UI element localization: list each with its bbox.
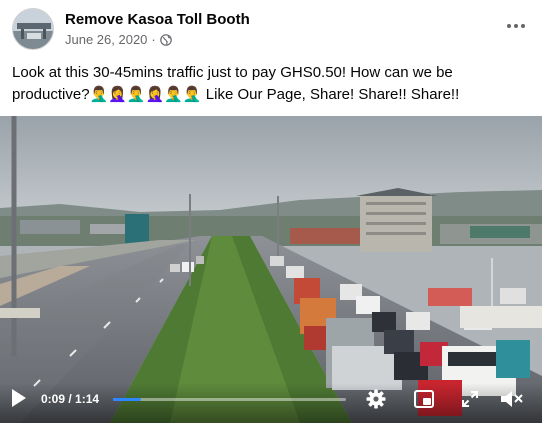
expand-icon[interactable] — [462, 391, 478, 407]
meta-separator: · — [151, 32, 156, 47]
post-message: Look at this 30-45mins traffic just to p… — [12, 64, 460, 103]
post-meta: June 26, 2020 · — [65, 32, 172, 47]
picture-in-picture-icon[interactable] — [414, 390, 434, 408]
current-time: 0:09 — [41, 392, 66, 406]
time-separator: / — [65, 392, 76, 406]
avatar-image — [13, 9, 53, 49]
more-dot — [507, 24, 511, 28]
page-name-link[interactable]: Remove Kasoa Toll Booth — [65, 11, 250, 28]
globe-icon[interactable] — [159, 33, 172, 46]
page-avatar[interactable] — [12, 8, 54, 50]
video-duration: 1:14 — [75, 392, 100, 406]
video-player[interactable]: 0:09 / 1:14 — [0, 116, 542, 423]
post-header: Remove Kasoa Toll Booth June 26, 2020 · — [0, 0, 542, 56]
play-icon[interactable] — [10, 388, 28, 408]
more-options-icon[interactable] — [502, 14, 530, 38]
more-dot — [514, 24, 518, 28]
video-time: 0:09 / 1:14 — [41, 392, 99, 406]
volume-icon[interactable] — [500, 389, 524, 409]
post-date[interactable]: June 26, 2020 — [65, 32, 147, 47]
video-frame — [0, 116, 542, 423]
video-progress-bar[interactable] — [113, 398, 346, 401]
more-dot — [521, 24, 525, 28]
gear-icon[interactable] — [366, 389, 386, 409]
video-progress-fill — [113, 398, 141, 401]
